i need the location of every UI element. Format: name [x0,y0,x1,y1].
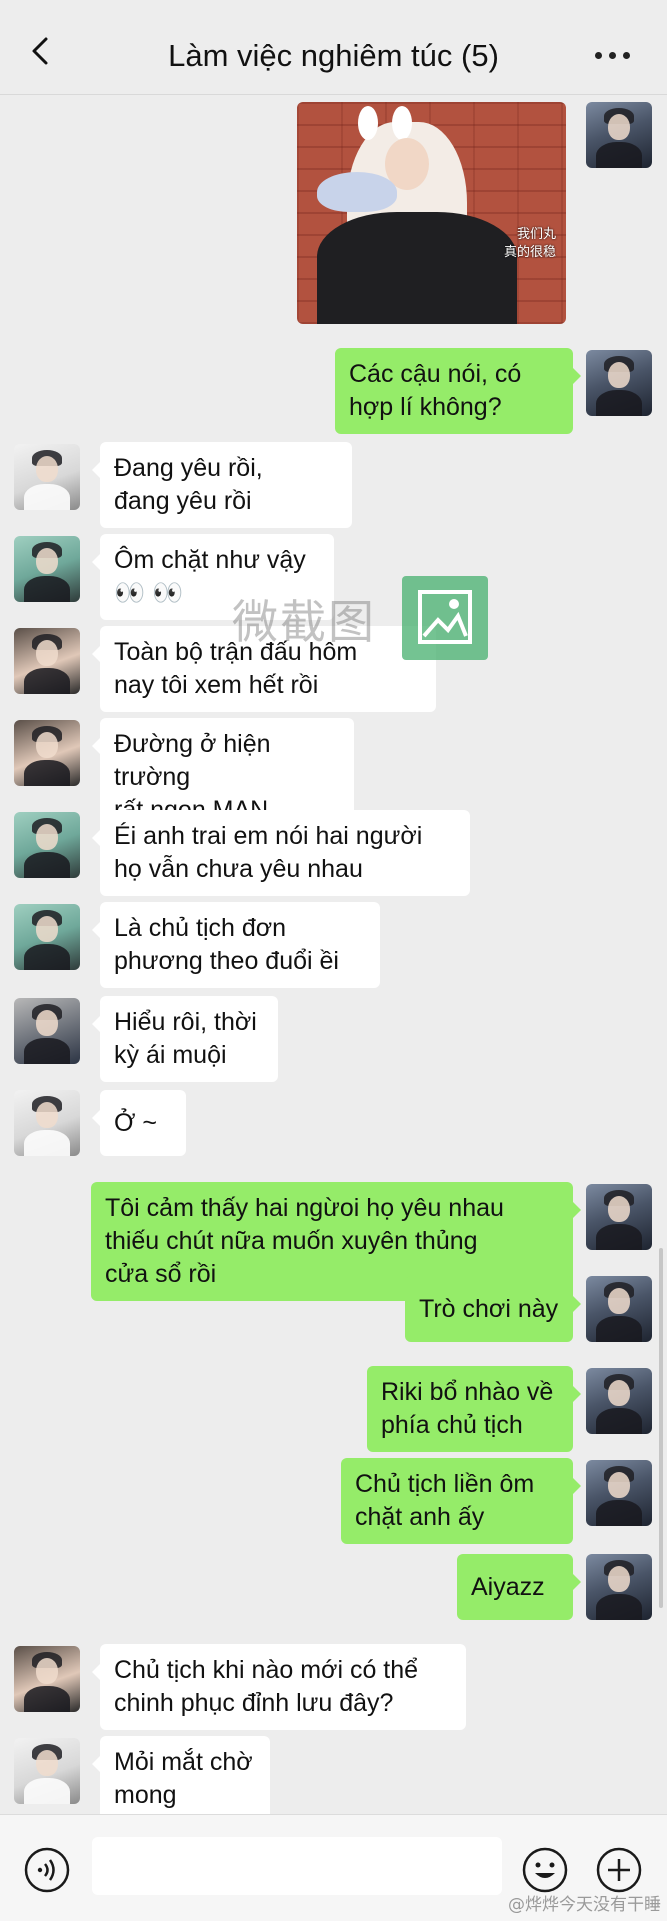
message-bubble-incoming[interactable]: Chủ tịch khi nào mới có thể chinh phục đ… [92,1644,466,1730]
avatar[interactable] [586,1276,652,1342]
message-bubble-outgoing[interactable]: Chủ tịch liền ôm chặt anh ấy [341,1458,581,1544]
avatar[interactable] [14,628,80,694]
avatar[interactable] [586,1460,652,1526]
avatar[interactable] [14,1738,80,1804]
photo-cap [317,172,397,212]
message-bubble-incoming[interactable]: Hiểu rôi, thời kỳ ái muội [92,996,278,1082]
voice-icon[interactable] [24,1847,70,1893]
message-bubble-outgoing[interactable]: Các cậu nói, có hợp lí không? [335,348,581,434]
credit-watermark: @烨烨今天没有干睡 [508,1895,661,1915]
shared-photo[interactable]: 我们丸 真的很稳 [297,102,566,324]
message-bubble-incoming[interactable]: Ôm chặt như vậy 👀 👀 [92,534,334,620]
message-bubble-incoming[interactable]: Mỏi mắt chờ mong [92,1736,270,1822]
photo-caption-line: 我们丸 [516,227,556,242]
message-bubble-incoming[interactable]: Là chủ tịch đơn phương theo đuổi ềi [92,902,380,988]
photo-caption-line: 真的很稳 [503,245,556,260]
avatar[interactable] [14,1646,80,1712]
chat-title: Làm việc nghiêm túc (5) [168,38,499,73]
avatar[interactable] [586,102,652,168]
message-bubble-incoming[interactable]: Đang yêu rồi, đang yêu rồi [92,442,352,528]
avatar[interactable] [14,444,80,510]
avatar[interactable] [586,1184,652,1250]
avatar[interactable] [586,1368,652,1434]
back-icon[interactable] [26,36,56,66]
photo-figure-embrace [317,212,517,324]
avatar[interactable] [14,720,80,786]
scrollbar[interactable] [659,1248,663,1608]
bunny-ears [352,106,422,140]
avatar[interactable] [14,904,80,970]
avatar[interactable] [586,1554,652,1620]
avatar[interactable] [14,1090,80,1156]
avatar[interactable] [14,536,80,602]
avatar[interactable] [586,350,652,416]
message-input[interactable] [92,1837,502,1895]
more-icon[interactable] [595,52,631,60]
message-bubble-incoming[interactable]: Ở ~ [92,1090,186,1156]
avatar[interactable] [14,998,80,1064]
emoji-icon[interactable] [522,1847,568,1893]
plus-icon[interactable] [596,1847,642,1893]
message-bubble-outgoing[interactable]: Riki bổ nhào về phía chủ tịch [367,1366,581,1452]
message-bubble-incoming[interactable]: Toàn bộ trận đấu hôm nay tôi xem hết rồi [92,626,436,712]
chat-header: Làm việc nghiêm túc (5) [0,0,667,95]
message-bubble-incoming[interactable]: Éi anh trai em nói hai người họ vẫn chưa… [92,810,470,896]
photo-caption: 我们丸 真的很稳 [504,226,556,262]
avatar[interactable] [14,812,80,878]
message-bubble-outgoing[interactable]: Trò chơi này [405,1276,581,1342]
message-bubble-outgoing[interactable]: Aiyazz [457,1554,581,1620]
